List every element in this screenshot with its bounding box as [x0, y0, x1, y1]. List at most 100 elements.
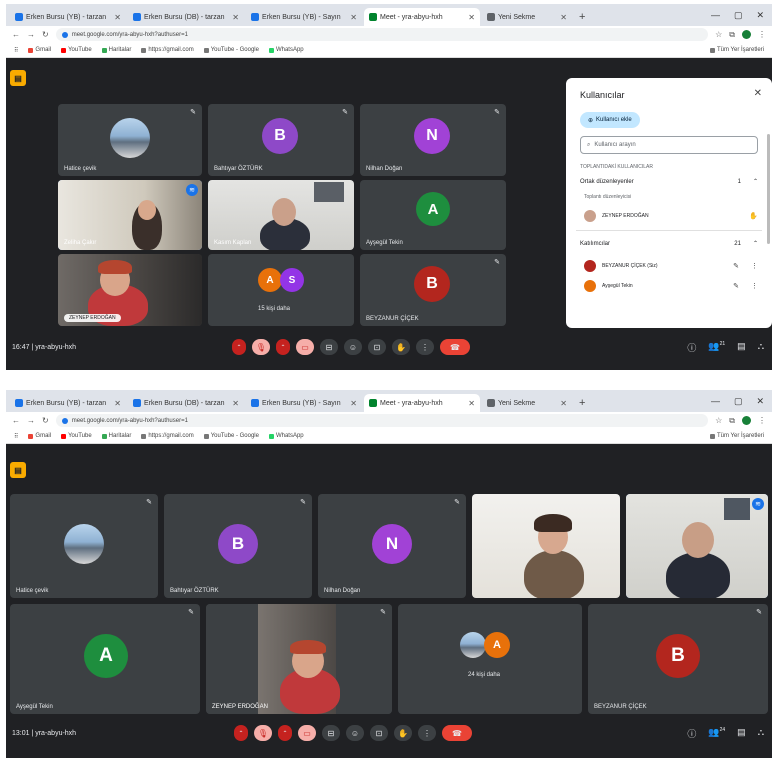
- reload-icon[interactable]: ↻: [42, 30, 49, 39]
- meeting-info-icon[interactable]: ▤: [10, 462, 26, 478]
- browser-tab[interactable]: Erken Bursu (DB) - tarzan ✕: [128, 394, 244, 412]
- maximize-icon[interactable]: ▢: [734, 396, 743, 407]
- participant-tile[interactable]: B ✎ Bahtıyar ÖZTÜRK: [164, 494, 312, 598]
- raise-hand-button[interactable]: ✋: [394, 725, 412, 741]
- browser-tab[interactable]: Erken Bursu (YB) - Sayın ✕: [246, 394, 362, 412]
- maximize-icon[interactable]: ▢: [734, 10, 743, 21]
- participant-tile[interactable]: N ✎ Nilhan Doğan: [318, 494, 466, 598]
- menu-icon[interactable]: ⋮: [758, 30, 766, 39]
- more-options-button[interactable]: ⋮: [418, 725, 436, 741]
- extensions-icon[interactable]: ⧉: [729, 30, 735, 40]
- new-tab-icon[interactable]: +: [574, 397, 590, 412]
- apps-icon[interactable]: ⠿: [14, 47, 18, 54]
- forward-icon[interactable]: →: [27, 416, 35, 425]
- participant-row[interactable]: ZEYNEP ERDOĞAN ✋: [584, 208, 758, 224]
- browser-tab-active[interactable]: Meet - yra-abyu-hxh ✕: [364, 8, 480, 26]
- chevron-up-icon[interactable]: ⌃: [753, 178, 758, 185]
- bookmark[interactable]: WhatsApp: [268, 47, 304, 53]
- captions-button[interactable]: ⊟: [322, 725, 340, 741]
- activities-icon[interactable]: ⛬: [758, 727, 764, 740]
- bookmark[interactable]: Haritalar: [101, 47, 131, 53]
- url-field[interactable]: meet.google.com/yra-abyu-hxh?authuser=1: [55, 414, 709, 427]
- leave-call-button[interactable]: ☎: [440, 339, 470, 355]
- profile-avatar[interactable]: [742, 416, 751, 425]
- close-icon[interactable]: ✕: [468, 13, 475, 22]
- bookmark[interactable]: Gmail: [28, 433, 51, 439]
- more-options-button[interactable]: ⋮: [416, 339, 434, 355]
- mic-toggle-button[interactable]: 🎙: [252, 339, 270, 355]
- site-info-icon[interactable]: [61, 417, 68, 424]
- close-icon[interactable]: ✕: [754, 88, 762, 99]
- browser-tab[interactable]: Erken Bursu (YB) - Sayın ✕: [246, 8, 362, 26]
- raise-hand-button[interactable]: ✋: [392, 339, 410, 355]
- close-window-icon[interactable]: ✕: [756, 396, 764, 407]
- mic-options-button[interactable]: ⌃: [232, 339, 246, 355]
- close-icon[interactable]: ✕: [232, 13, 239, 22]
- more-options-icon[interactable]: ⋮: [751, 282, 758, 290]
- chat-icon[interactable]: ▤: [737, 341, 746, 354]
- reactions-button[interactable]: ☺: [344, 339, 362, 355]
- participant-group-tile[interactable]: A 24 kişi daha: [398, 604, 582, 714]
- participant-tile[interactable]: ✎ Hatice çevik: [10, 494, 158, 598]
- participant-tile[interactable]: B ✎ BEYZANUR ÇİÇEK: [360, 254, 506, 326]
- info-icon[interactable]: ⓘ: [687, 341, 696, 354]
- mic-options-button[interactable]: ⌃: [234, 725, 248, 741]
- bookmark[interactable]: YouTube - Google: [203, 433, 259, 439]
- participant-row[interactable]: BEYZANUR ÇİÇEK (Siz) ✎ ⋮: [584, 258, 758, 274]
- browser-tab-active[interactable]: Meet - yra-abyu-hxh ✕: [364, 394, 480, 412]
- participant-video-tile[interactable]: [472, 494, 620, 598]
- people-icon[interactable]: 👥24: [708, 727, 725, 740]
- browser-tab[interactable]: Erken Bursu (DB) - tarzan ✕: [128, 8, 244, 26]
- camera-options-button[interactable]: ⌃: [276, 339, 290, 355]
- participant-tile[interactable]: B ✎ BEYZANUR ÇİÇEK: [588, 604, 768, 714]
- leave-call-button[interactable]: ☎: [442, 725, 472, 741]
- mic-toggle-button[interactable]: 🎙: [254, 725, 272, 741]
- minimize-icon[interactable]: —: [711, 10, 720, 21]
- info-icon[interactable]: ⓘ: [687, 727, 696, 740]
- scrollbar[interactable]: [767, 134, 770, 244]
- site-info-icon[interactable]: [61, 31, 68, 38]
- bookmark[interactable]: https://gmail.com: [141, 433, 194, 439]
- close-icon[interactable]: ✕: [114, 399, 121, 408]
- star-icon[interactable]: ☆: [715, 416, 722, 425]
- close-icon[interactable]: ✕: [350, 13, 357, 22]
- more-options-icon[interactable]: ⋮: [751, 262, 758, 270]
- bookmark[interactable]: https://gmail.com: [141, 47, 194, 53]
- chat-icon[interactable]: ▤: [737, 727, 746, 740]
- chevron-up-icon[interactable]: ⌃: [753, 240, 758, 247]
- close-icon[interactable]: ✕: [560, 399, 567, 408]
- participant-video-tile[interactable]: ≋: [626, 494, 768, 598]
- browser-tab[interactable]: Yeni Sekme ✕: [482, 8, 572, 26]
- all-bookmarks[interactable]: Tüm Yer İşaretleri: [709, 47, 764, 53]
- bookmark[interactable]: Gmail: [28, 47, 51, 53]
- bookmark[interactable]: Haritalar: [101, 433, 131, 439]
- participant-tile[interactable]: N ✎ Nilhan Doğan: [360, 104, 506, 176]
- camera-toggle-button[interactable]: ▭: [298, 725, 316, 741]
- captions-button[interactable]: ⊟: [320, 339, 338, 355]
- star-icon[interactable]: ☆: [715, 30, 722, 39]
- all-bookmarks[interactable]: Tüm Yer İşaretleri: [709, 433, 764, 439]
- meeting-info-icon[interactable]: ▤: [10, 70, 26, 86]
- search-people-input[interactable]: ⌕ Kullanıcı arayın: [580, 136, 758, 154]
- close-icon[interactable]: ✕: [560, 13, 567, 22]
- present-button[interactable]: ⊡: [370, 725, 388, 741]
- close-icon[interactable]: ✕: [232, 399, 239, 408]
- url-field[interactable]: meet.google.com/yra-abyu-hxh?authuser=1: [55, 28, 709, 41]
- participant-group-tile[interactable]: A S 15 kişi daha: [208, 254, 354, 326]
- apps-icon[interactable]: ⠿: [14, 433, 18, 440]
- close-icon[interactable]: ✕: [350, 399, 357, 408]
- close-icon[interactable]: ✕: [468, 399, 475, 408]
- participant-video-tile[interactable]: Kasım Kaplan: [208, 180, 354, 250]
- participant-row[interactable]: Ayşegül Tekin ✎ ⋮: [584, 278, 758, 294]
- reactions-button[interactable]: ☺: [346, 725, 364, 741]
- hand-icon[interactable]: ✋: [749, 212, 758, 220]
- back-icon[interactable]: ←: [12, 416, 20, 425]
- activities-icon[interactable]: ⛬: [758, 341, 764, 354]
- close-icon[interactable]: ✕: [114, 13, 121, 22]
- bookmark[interactable]: YouTube: [61, 47, 92, 53]
- mic-off-icon[interactable]: ✎: [733, 262, 739, 270]
- participant-tile[interactable]: A ✎ Ayşegül Tekin: [10, 604, 200, 714]
- bookmark[interactable]: WhatsApp: [268, 433, 304, 439]
- mic-off-icon[interactable]: ✎: [733, 282, 739, 290]
- reload-icon[interactable]: ↻: [42, 416, 49, 425]
